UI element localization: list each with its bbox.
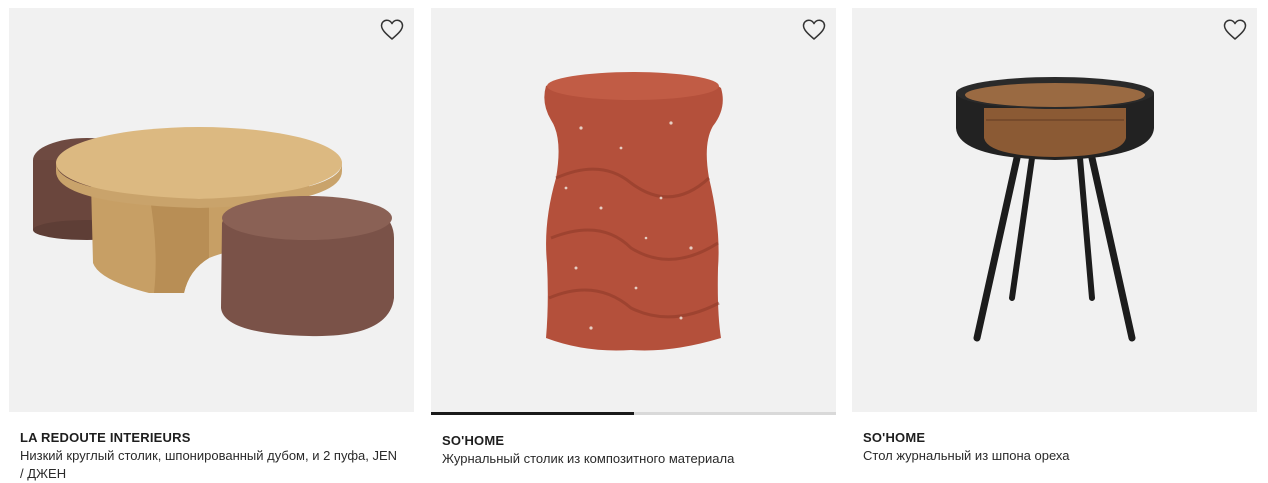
- product-title[interactable]: Низкий круглый столик, шпонированный дуб…: [20, 447, 403, 483]
- product-image[interactable]: [852, 8, 1257, 412]
- product-brand[interactable]: SO'HOME: [863, 429, 1246, 447]
- product-info: SO'HOME Стол журнальный из шпона ореха: [852, 412, 1257, 465]
- heart-outline-icon[interactable]: [379, 17, 405, 43]
- round-walnut-side-table-image: [852, 8, 1257, 412]
- product-title[interactable]: Стол журнальный из шпона ореха: [863, 447, 1246, 465]
- product-title[interactable]: Журнальный столик из композитного матери…: [442, 450, 825, 468]
- product-grid: LA REDOUTE INTERIEURS Низкий круглый сто…: [0, 0, 1268, 483]
- carousel-progress-fill: [431, 412, 634, 415]
- product-card[interactable]: SO'HOME Стол журнальный из шпона ореха: [852, 8, 1257, 478]
- product-info: SO'HOME Журнальный столик из композитног…: [431, 415, 836, 468]
- heart-outline-icon[interactable]: [1222, 17, 1248, 43]
- carousel-progress-bar: [431, 412, 836, 415]
- product-card[interactable]: LA REDOUTE INTERIEURS Низкий круглый сто…: [9, 8, 414, 478]
- product-brand[interactable]: LA REDOUTE INTERIEURS: [20, 429, 403, 447]
- product-image[interactable]: [9, 8, 414, 412]
- product-brand[interactable]: SO'HOME: [442, 432, 825, 450]
- product-image[interactable]: [431, 8, 836, 412]
- terrazzo-side-table-image: [431, 8, 836, 412]
- coffee-table-with-poufs-image: [9, 8, 414, 412]
- product-card[interactable]: SO'HOME Журнальный столик из композитног…: [431, 8, 836, 478]
- heart-outline-icon[interactable]: [801, 17, 827, 43]
- product-info: LA REDOUTE INTERIEURS Низкий круглый сто…: [9, 412, 414, 483]
